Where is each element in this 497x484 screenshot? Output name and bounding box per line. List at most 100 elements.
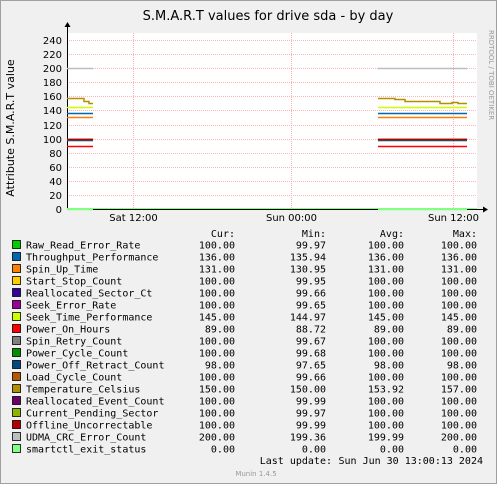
legend-swatch <box>12 384 21 393</box>
legend-name: Seek_Error_Rate <box>26 301 116 312</box>
legend-value-max: 100.00 <box>441 277 477 288</box>
y-tick-label: 20 <box>49 191 62 202</box>
legend-value-max: 145.00 <box>441 313 477 324</box>
legend-name: Reallocated_Sector_Ct <box>26 289 152 300</box>
legend-value-avg: 100.00 <box>368 301 404 312</box>
legend-swatch <box>12 276 21 285</box>
legend-swatch <box>12 420 21 429</box>
legend-value-cur: 145.00 <box>199 313 235 324</box>
chart-title: S.M.A.R.T values for drive sda - by day <box>143 9 394 24</box>
legend-name: smartctl_exit_status <box>26 445 146 456</box>
col-header-max: Max: <box>453 229 477 240</box>
legend-swatch <box>12 300 21 309</box>
legend-value-min: 99.67 <box>296 337 326 348</box>
legend-value-max: 136.00 <box>441 253 477 264</box>
y-tick-label: 60 <box>49 163 62 174</box>
legend-value-max: 131.00 <box>441 265 477 276</box>
legend-value-cur: 150.00 <box>199 385 235 396</box>
legend-value-avg: 199.99 <box>368 433 404 444</box>
legend-swatch <box>12 324 21 333</box>
legend-value-cur: 100.00 <box>199 373 235 384</box>
legend-value-cur: 0.00 <box>211 445 235 456</box>
legend-value-avg: 100.00 <box>368 349 404 360</box>
legend-value-avg: 100.00 <box>368 397 404 408</box>
legend-value-avg: 100.00 <box>368 289 404 300</box>
legend-name: Offline_Uncorrectable <box>26 421 152 432</box>
legend-value-avg: 153.92 <box>368 385 404 396</box>
legend-swatch <box>12 348 21 357</box>
legend-value-min: 130.95 <box>290 265 326 276</box>
last-update-value: Sun Jun 30 13:00:13 2024 <box>339 456 484 467</box>
y-axis-label: Attribute S.M.A.R.T value <box>4 59 17 197</box>
x-tick-label: Sat 12:00 <box>109 213 157 224</box>
legend-name: Spin_Retry_Count <box>26 337 122 348</box>
plot-area <box>67 33 477 209</box>
legend-name: Raw_Read_Error_Rate <box>26 241 140 252</box>
legend-name: Power_Off_Retract_Count <box>26 361 164 372</box>
legend-value-min: 99.66 <box>296 373 326 384</box>
legend-swatch <box>12 432 21 441</box>
legend-value-min: 88.72 <box>296 325 326 336</box>
legend-value-cur: 89.00 <box>205 325 235 336</box>
legend-value-avg: 145.00 <box>368 313 404 324</box>
legend-value-min: 150.00 <box>290 385 326 396</box>
smart-values-chart: S.M.A.R.T values for drive sda - by day … <box>0 0 497 484</box>
y-tick-label: 40 <box>49 177 62 188</box>
legend-value-cur: 100.00 <box>199 289 235 300</box>
y-tick-label: 140 <box>43 106 62 117</box>
legend-value-cur: 100.00 <box>199 397 235 408</box>
legend-name: Current_Pending_Sector <box>26 409 158 420</box>
y-tick-label: 120 <box>43 121 62 132</box>
legend-name: Throughput_Performance <box>26 253 158 264</box>
legend-value-cur: 100.00 <box>199 301 235 312</box>
legend-value-max: 100.00 <box>441 301 477 312</box>
legend-value-avg: 136.00 <box>368 253 404 264</box>
legend-value-min: 99.97 <box>296 409 326 420</box>
y-tick-label: 80 <box>49 149 62 160</box>
legend-name: Temperature_Celsius <box>26 385 140 396</box>
legend-value-min: 99.99 <box>296 397 326 408</box>
legend-name: Reallocated_Event_Count <box>26 397 164 408</box>
legend-name: UDMA_CRC_Error_Count <box>26 433 146 444</box>
legend-value-max: 100.00 <box>441 397 477 408</box>
legend-value-cur: 98.00 <box>205 361 235 372</box>
legend-value-avg: 100.00 <box>368 337 404 348</box>
legend-value-cur: 100.00 <box>199 277 235 288</box>
y-tick-label: 100 <box>43 135 62 146</box>
legend-value-cur: 200.00 <box>199 433 235 444</box>
y-tick-label: 240 <box>43 36 62 47</box>
legend-value-cur: 100.00 <box>199 337 235 348</box>
legend-value-max: 98.00 <box>447 361 477 372</box>
legend-value-min: 99.68 <box>296 349 326 360</box>
legend-value-cur: 100.00 <box>199 241 235 252</box>
y-tick-label: 0 <box>56 205 62 216</box>
last-update-label: Last update: <box>260 456 332 467</box>
y-tick-label: 180 <box>43 78 62 89</box>
legend-value-avg: 100.00 <box>368 421 404 432</box>
legend-swatch <box>12 264 21 273</box>
col-header-avg: Avg: <box>380 229 404 240</box>
legend-value-cur: 131.00 <box>199 265 235 276</box>
y-tick-label: 160 <box>43 92 62 103</box>
legend-swatch <box>12 312 21 321</box>
legend-swatch <box>12 408 21 417</box>
legend-value-max: 100.00 <box>441 241 477 252</box>
legend-swatch <box>12 396 21 405</box>
legend-value-max: 200.00 <box>441 433 477 444</box>
legend-value-min: 99.99 <box>296 421 326 432</box>
legend-swatch <box>12 336 21 345</box>
legend-value-avg: 89.00 <box>374 325 404 336</box>
legend-value-max: 100.00 <box>441 337 477 348</box>
legend-value-cur: 100.00 <box>199 409 235 420</box>
legend-value-avg: 100.00 <box>368 277 404 288</box>
legend-value-max: 100.00 <box>441 421 477 432</box>
legend-value-min: 97.65 <box>296 361 326 372</box>
legend-value-min: 99.65 <box>296 301 326 312</box>
legend-value-min: 144.97 <box>290 313 326 324</box>
legend-value-avg: 100.00 <box>368 241 404 252</box>
y-tick-label: 200 <box>43 64 62 75</box>
legend-value-max: 100.00 <box>441 289 477 300</box>
legend-value-avg: 98.00 <box>374 361 404 372</box>
legend-value-avg: 100.00 <box>368 409 404 420</box>
legend-value-min: 135.94 <box>290 253 326 264</box>
